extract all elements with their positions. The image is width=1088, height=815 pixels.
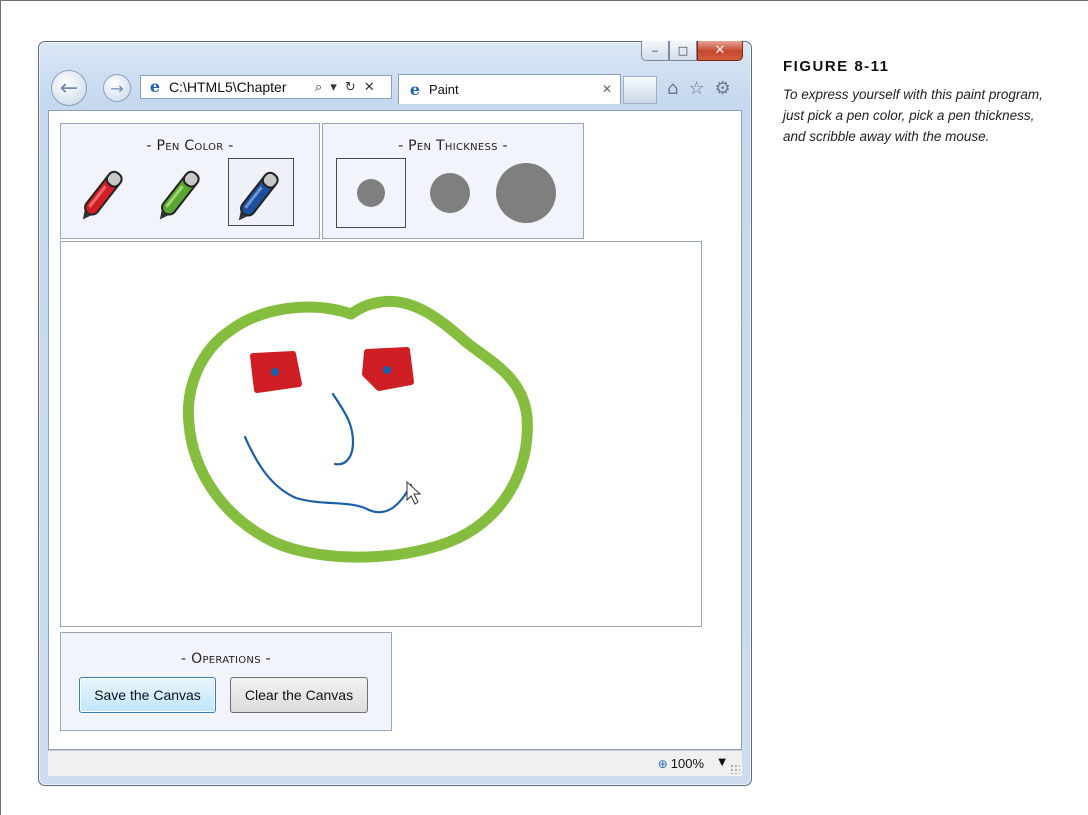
- blue-pen-icon: [238, 171, 279, 221]
- figure-caption: To express yourself with this paint prog…: [783, 87, 1043, 144]
- thin-dot-icon: [357, 179, 385, 207]
- thickness-medium-button[interactable]: [415, 158, 485, 228]
- thickness-thick-button[interactable]: [491, 158, 561, 228]
- pen-thickness-title: - Pen Thickness -: [398, 138, 508, 154]
- left-pupil-stroke: [271, 368, 279, 376]
- thickness-thin-button[interactable]: [336, 158, 406, 228]
- red-pen-icon: [82, 170, 123, 220]
- back-arrow-icon: ←: [59, 75, 79, 101]
- resize-grip-icon[interactable]: [730, 764, 740, 774]
- back-button[interactable]: ←: [51, 70, 87, 106]
- maximize-button[interactable]: □: [669, 41, 697, 61]
- medium-dot-icon: [430, 173, 470, 213]
- pen-color-panel: - Pen Color -: [60, 123, 320, 239]
- browser-window: ‒ □ ✕ ← → e C:\HTML5\Chapter ⌕ ▾ ↻ ✕ e P…: [38, 41, 752, 786]
- ie-tab-icon: e: [409, 79, 421, 99]
- green-pen-icon: [159, 170, 200, 220]
- figure-label: FIGURE 8-11: [783, 58, 890, 75]
- favorites-star-icon[interactable]: ☆: [688, 78, 704, 99]
- tab-close-icon[interactable]: ✕: [602, 82, 612, 96]
- stop-icon[interactable]: ✕: [364, 80, 375, 95]
- search-icon[interactable]: ⌕: [315, 80, 322, 95]
- page-viewport: - Pen Color - - Pen Thickness - - Operat…: [48, 110, 742, 750]
- pen-red-button[interactable]: [73, 158, 139, 226]
- address-text[interactable]: C:\HTML5\Chapter: [169, 79, 309, 95]
- right-pupil-stroke: [383, 366, 391, 374]
- pen-blue-button[interactable]: [228, 158, 294, 226]
- address-bar[interactable]: e C:\HTML5\Chapter ⌕ ▾ ↻ ✕: [140, 75, 392, 99]
- face-outline-stroke: [182, 295, 533, 563]
- nose-stroke: [331, 392, 355, 466]
- tab-paint[interactable]: e Paint ✕: [398, 74, 621, 104]
- tab-title: Paint: [429, 82, 459, 97]
- zoom-dropdown-icon[interactable]: ▼: [718, 757, 726, 768]
- mouth-stroke: [243, 435, 413, 514]
- dropdown-caret-icon[interactable]: ▾: [330, 80, 337, 95]
- save-canvas-button[interactable]: Save the Canvas: [79, 677, 216, 713]
- zoom-magnifier-icon: ⊕: [657, 756, 668, 771]
- status-bar: ⊕ 100% ▼: [48, 750, 742, 776]
- browser-toolbar: ⌂ ☆ ⚙: [667, 78, 731, 99]
- zoom-control[interactable]: ⊕ 100%: [658, 756, 704, 771]
- window-controls: ‒ □ ✕: [641, 41, 743, 63]
- drawing-canvas[interactable]: [60, 241, 702, 627]
- clear-canvas-button[interactable]: Clear the Canvas: [230, 677, 368, 713]
- minimize-button[interactable]: ‒: [641, 41, 669, 61]
- new-tab-button[interactable]: [623, 76, 657, 104]
- home-icon[interactable]: ⌂: [667, 78, 678, 99]
- address-tools: ⌕ ▾ ↻ ✕: [315, 80, 375, 95]
- zoom-level: 100%: [670, 756, 704, 771]
- operations-title: - Operations -: [181, 651, 271, 667]
- pen-thickness-panel: - Pen Thickness -: [322, 123, 584, 239]
- gear-icon[interactable]: ⚙: [715, 78, 731, 99]
- close-window-button[interactable]: ✕: [697, 41, 743, 61]
- mouse-cursor-icon: [406, 480, 422, 505]
- forward-arrow-icon: →: [110, 78, 124, 98]
- refresh-icon[interactable]: ↻: [345, 80, 356, 95]
- pen-color-title: - Pen Color -: [146, 138, 234, 154]
- forward-button[interactable]: →: [103, 74, 131, 102]
- operations-panel: - Operations - Save the Canvas Clear the…: [60, 632, 392, 731]
- thick-dot-icon: [496, 163, 556, 223]
- ie-page-icon: e: [149, 77, 161, 96]
- drawing-strokes: [182, 295, 533, 563]
- pen-green-button[interactable]: [150, 158, 216, 226]
